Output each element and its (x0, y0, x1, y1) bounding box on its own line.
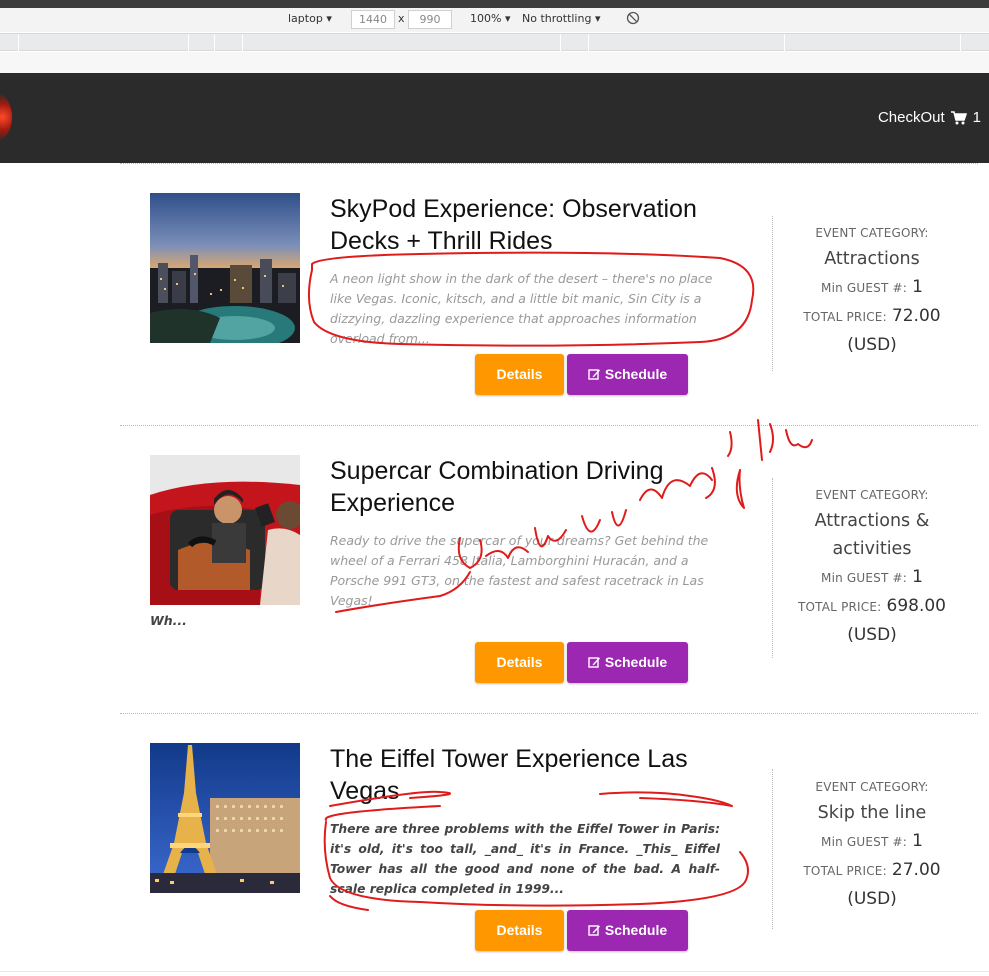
device-select[interactable]: laptop ▾ (288, 12, 332, 25)
currency-label: (USD) (847, 625, 897, 645)
vertical-separator (772, 216, 773, 371)
schedule-button[interactable]: Schedule (567, 910, 688, 951)
listing-meta: EVENT CATEGORY: Attractions & activities… (782, 488, 962, 649)
total-price-value: 698.00 (886, 596, 946, 616)
event-category-value: Skip the line (817, 803, 927, 823)
details-button[interactable]: Details (475, 354, 564, 395)
event-category-value: Attractions (824, 249, 920, 269)
listing-description: Ready to drive the supercar of your drea… (330, 533, 709, 608)
chevron-down-icon: ▾ (504, 12, 511, 25)
throttling-label: No throttling (522, 12, 592, 25)
divider (120, 163, 978, 164)
devtools-top-strip (0, 0, 989, 8)
listing-title[interactable]: The Eiffel Tower Experience Las Vegas (330, 743, 740, 807)
schedule-label: Schedule (604, 654, 668, 670)
edit-icon (588, 356, 601, 397)
event-category-value: Attractions & activities (814, 511, 930, 559)
schedule-button[interactable]: Schedule (567, 354, 688, 395)
total-price-value: 27.00 (891, 860, 941, 880)
total-price-value: 72.00 (891, 306, 941, 326)
zoom-label: 100% (470, 12, 502, 25)
listing-thumbnail[interactable] (150, 455, 300, 605)
event-category-label: EVENT CATEGORY: (815, 488, 929, 502)
min-guest-label: Min GUEST #: (821, 835, 908, 849)
divider (120, 713, 978, 714)
listing-meta: EVENT CATEGORY: Skip the line Min GUEST … (782, 780, 962, 913)
media-query-ruler[interactable] (0, 33, 989, 51)
checkout-label: CheckOut (877, 109, 945, 126)
dimension-separator: x (398, 12, 405, 25)
currency-label: (USD) (847, 335, 897, 355)
details-button[interactable]: Details (475, 642, 564, 683)
chevron-down-icon: ▾ (326, 12, 332, 25)
currency-label: (USD) (847, 889, 897, 909)
schedule-label: Schedule (604, 366, 668, 382)
edit-icon (588, 912, 601, 953)
listing-thumbnail[interactable] (150, 193, 300, 343)
viewport-height-input[interactable]: 990 (408, 10, 452, 29)
min-guest-value: 1 (912, 567, 923, 587)
viewport-width-input[interactable]: 1440 (351, 10, 395, 29)
listing-thumbnail[interactable] (150, 743, 300, 893)
listing-meta: EVENT CATEGORY: Attractions Min GUEST #:… (782, 226, 962, 359)
vertical-separator (772, 769, 773, 929)
event-category-label: EVENT CATEGORY: (815, 780, 929, 794)
min-guest-value: 1 (912, 831, 923, 851)
min-guest-value: 1 (912, 277, 923, 297)
min-guest-label: Min GUEST #: (821, 571, 908, 585)
cart-count: 1 (972, 109, 981, 126)
chevron-down-icon: ▾ (594, 12, 601, 25)
min-guest-label: Min GUEST #: (821, 281, 908, 295)
total-price-label: TOTAL PRICE: (803, 310, 887, 324)
checkout-link[interactable]: CheckOut 1 (878, 109, 981, 126)
schedule-button[interactable]: Schedule (567, 642, 688, 683)
divider (120, 425, 978, 426)
devtools-device-toolbar: laptop ▾ 1440 x 990 100% ▾ No throttling… (0, 8, 989, 32)
total-price-label: TOTAL PRICE: (803, 864, 887, 878)
event-category-label: EVENT CATEGORY: (815, 226, 929, 240)
device-label: laptop (288, 12, 323, 25)
total-price-label: TOTAL PRICE: (798, 600, 882, 614)
rotate-icon[interactable] (626, 11, 640, 28)
site-header: CheckOut 1 (0, 73, 989, 163)
zoom-select[interactable]: 100% ▾ (470, 12, 510, 25)
listing-title[interactable]: SkyPod Experience: Observation Decks + T… (330, 193, 740, 257)
listing-title[interactable]: Supercar Combination Driving Experience (330, 455, 740, 519)
schedule-label: Schedule (604, 922, 668, 938)
edit-icon (588, 644, 601, 685)
listing-description: There are three problems with the Eiffel… (330, 822, 720, 896)
listing-description-more: Wh... (150, 613, 187, 628)
details-button[interactable]: Details (475, 910, 564, 951)
throttling-select[interactable]: No throttling ▾ (522, 12, 600, 25)
devtools-gap (0, 52, 989, 73)
vertical-separator (772, 478, 773, 658)
listing-description: A neon light show in the dark of the des… (330, 271, 713, 346)
cart-icon (950, 110, 967, 125)
page-bottom-edge (0, 971, 989, 976)
site-logo[interactable] (0, 93, 12, 141)
